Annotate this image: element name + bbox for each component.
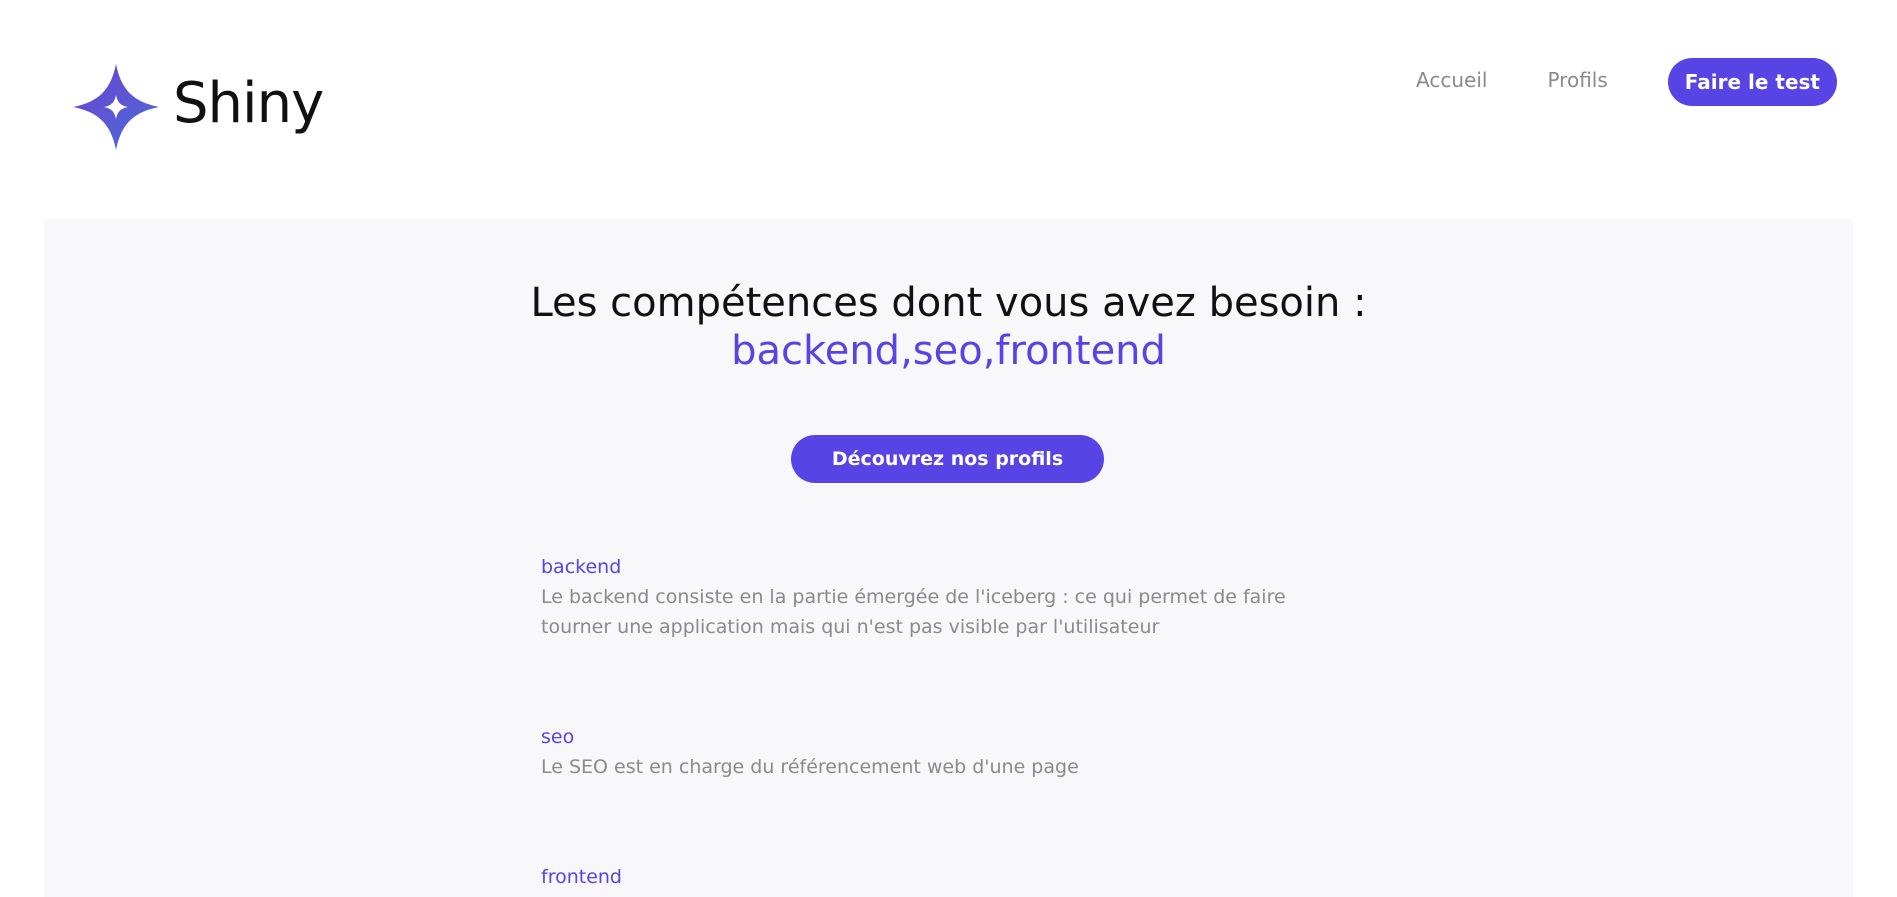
nav-link-accueil[interactable]: Accueil [1416,70,1487,90]
site-header: Shiny Accueil Profils Faire le test [0,0,1897,219]
results-title: Les compétences dont vous avez besoin : [530,280,1367,326]
results-skills-list: backend,seo,frontend [731,328,1166,374]
description-item: backend Le backend consiste en la partie… [541,555,1361,642]
description-text: Le SEO est en charge du référencement we… [541,756,1079,778]
description-title: frontend [541,866,622,888]
description-item: frontend [541,865,1361,892]
description-title: backend [541,556,622,578]
sparkle-logo-icon [73,64,159,150]
logo-wordmark: Shiny [173,71,324,136]
discover-profiles-button[interactable]: Découvrez nos profils [791,435,1104,483]
faire-le-test-button[interactable]: Faire le test [1667,58,1837,106]
results-panel: Les compétences dont vous avez besoin : … [44,219,1853,897]
description-title: seo [541,726,575,748]
description-item: seo Le SEO est en charge du référencemen… [541,725,1361,782]
logo-link[interactable]: Shiny [73,64,324,150]
nav-link-profils[interactable]: Profils [1547,70,1607,90]
main-nav: Accueil Profils Faire le test [1356,58,1837,106]
description-text: Le backend consiste en la partie émergée… [541,586,1286,638]
